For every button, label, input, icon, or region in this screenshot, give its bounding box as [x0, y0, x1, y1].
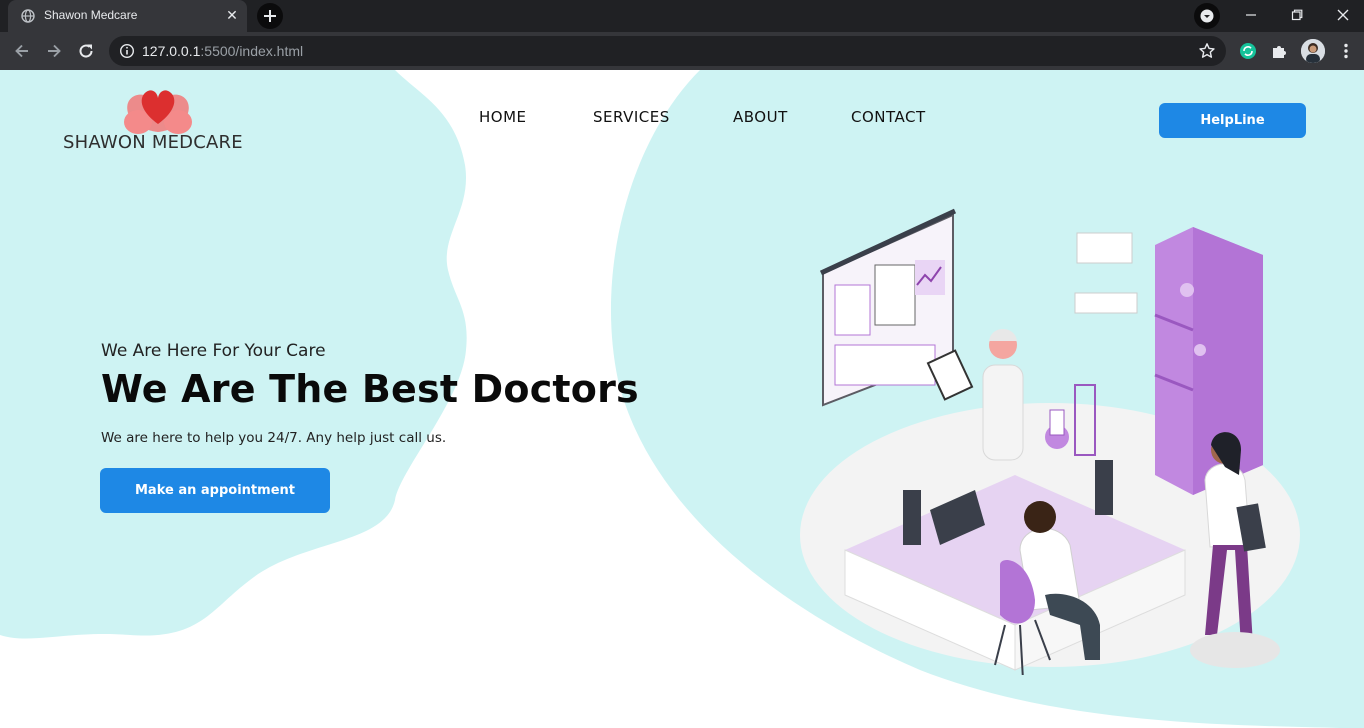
hero-title: We Are The Best Doctors — [101, 367, 639, 411]
restore-icon — [1291, 9, 1303, 21]
kebab-menu-icon[interactable] — [1336, 41, 1356, 61]
reload-icon[interactable] — [75, 40, 97, 62]
appointment-button[interactable]: Make an appointment — [100, 468, 330, 513]
chevron-down-icon — [1200, 9, 1214, 23]
hero-description: We are here to help you 24/7. Any help j… — [101, 430, 447, 446]
globe-icon — [21, 9, 35, 23]
browser-chrome: Shawon Medcare ✕ 127.0.0.1:5500/index.ht… — [0, 0, 1364, 70]
minimize-icon — [1246, 14, 1256, 16]
close-icon[interactable]: ✕ — [223, 7, 241, 25]
forward-icon[interactable] — [43, 40, 65, 62]
tab-search-button[interactable] — [1194, 3, 1220, 29]
nav-services-link[interactable]: SERVICES — [593, 108, 670, 126]
address-bar[interactable]: 127.0.0.1:5500/index.html — [109, 36, 1226, 66]
nav-about-link[interactable]: ABOUT — [733, 108, 788, 126]
logo-text: SHAWON MEDCARE — [63, 132, 243, 153]
back-icon[interactable] — [11, 40, 33, 62]
hero-subtitle: We Are Here For Your Care — [101, 341, 326, 361]
tab-strip: Shawon Medcare ✕ — [0, 0, 1364, 32]
web-page: SHAWON MEDCARE HOME SERVICES ABOUT CONTA… — [0, 70, 1364, 728]
helpline-button[interactable]: HelpLine — [1159, 103, 1306, 138]
extension-sync-icon[interactable] — [1238, 41, 1258, 61]
restore-button[interactable] — [1274, 0, 1320, 30]
browser-toolbar: 127.0.0.1:5500/index.html — [0, 32, 1364, 70]
star-icon[interactable] — [1198, 42, 1216, 60]
minimize-button[interactable] — [1228, 0, 1274, 30]
url-text: 127.0.0.1:5500/index.html — [142, 43, 304, 59]
tab-title: Shawon Medcare — [44, 8, 138, 22]
plus-icon — [264, 10, 276, 22]
puzzle-icon[interactable] — [1269, 41, 1289, 61]
nav-home-link[interactable]: HOME — [479, 108, 527, 126]
avatar[interactable] — [1301, 39, 1325, 63]
window-close-button[interactable] — [1320, 0, 1364, 30]
window-close-icon — [1337, 9, 1349, 21]
new-tab-button[interactable] — [257, 3, 283, 29]
browser-tab[interactable]: Shawon Medcare ✕ — [8, 0, 247, 32]
nav-contact-link[interactable]: CONTACT — [851, 108, 926, 126]
info-icon[interactable] — [119, 43, 135, 59]
doctors-lab-illustration — [800, 208, 1300, 675]
